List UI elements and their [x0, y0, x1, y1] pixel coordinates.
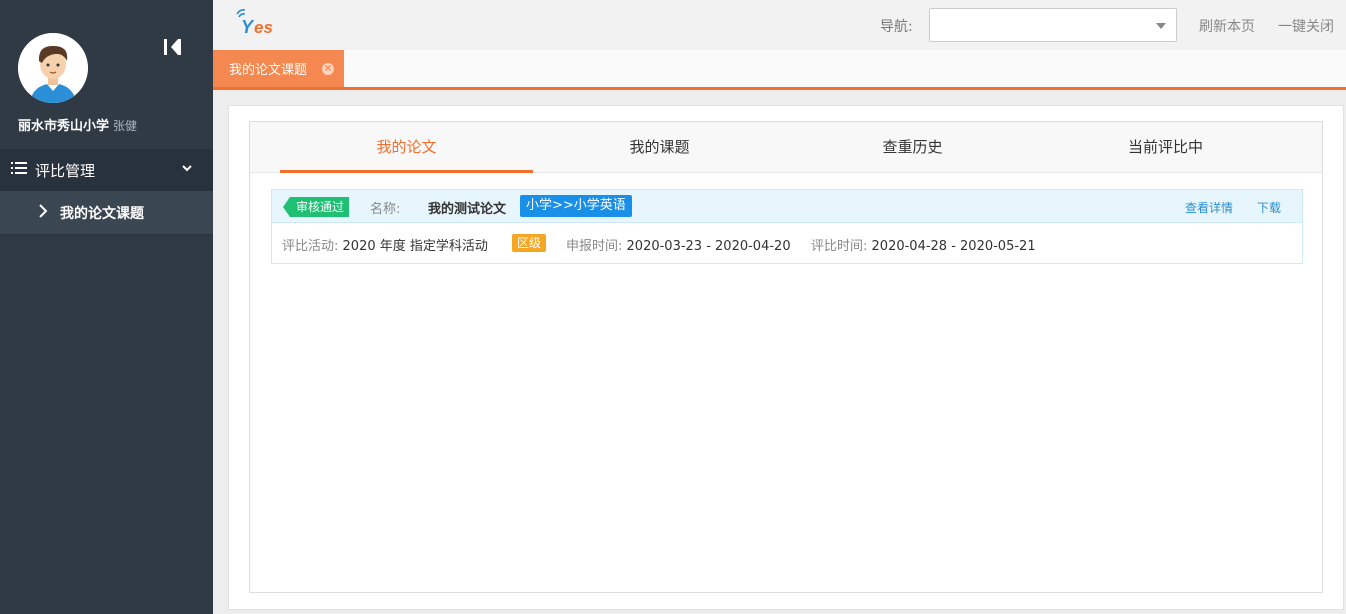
level-badge: 区级 [512, 234, 547, 252]
name-label: 名称: [370, 202, 401, 217]
svg-text:es: es [254, 18, 273, 37]
page-tab-bar: 我的论文课题 × [213, 50, 1346, 90]
user-name: 张健 [113, 119, 138, 133]
apply-time-value: 2020-03-23 - 2020-04-20 [626, 239, 791, 254]
tab-current-evaluation[interactable]: 当前评比中 [1039, 122, 1292, 173]
apply-time-meta: 申报时间: 2020-03-23 - 2020-04-20 [566, 235, 791, 254]
tab-label: 我的论文课题 [229, 63, 308, 78]
school-label: 丽水市秀山小学 [18, 119, 110, 134]
activity-label: 评比活动: [282, 239, 339, 254]
paper-panel: 我的论文 我的课题 查重历史 当前评比中 审核通过 名称: 我的测试论文 小学>… [249, 121, 1323, 593]
sidebar-collapse-icon[interactable] [162, 36, 184, 58]
list-icon [11, 161, 27, 179]
chevron-down-icon [181, 162, 193, 177]
close-all-link[interactable]: 一键关闭 [1278, 16, 1334, 36]
chevron-right-icon [38, 203, 48, 222]
svg-text:Y: Y [241, 17, 255, 37]
paper-card-body: 评比活动: 2020 年度 指定学科活动 区级 申报时间: 2020-03-23… [272, 223, 1302, 263]
menu-group-label: 评比管理 [35, 161, 96, 180]
review-time-meta: 评比时间: 2020-04-28 - 2020-05-21 [811, 235, 1036, 254]
menu-group-evaluation[interactable]: 评比管理 [0, 149, 213, 191]
refresh-page-link[interactable]: 刷新本页 [1199, 16, 1255, 36]
subject-badge: 小学>>小学英语 [520, 195, 632, 217]
tab-duplicate-history[interactable]: 查重历史 [786, 122, 1039, 173]
yes-logo: Y es [233, 8, 293, 46]
paper-card: 审核通过 名称: 我的测试论文 小学>>小学英语 查看详情 下载 评比活动: 2… [271, 189, 1303, 264]
top-bar: Y es 导航: 刷新本页 一键关闭 [213, 0, 1346, 50]
download-link[interactable]: 下载 [1257, 199, 1281, 216]
paper-name: 我的测试论文 [428, 202, 507, 217]
caret-down-icon [1156, 23, 1166, 29]
apply-time-label: 申报时间: [566, 239, 623, 254]
activity-value: 2020 年度 指定学科活动 [342, 239, 488, 254]
sidebar: 丽水市秀山小学 张健 评比管理 我的论文课题 [0, 0, 213, 614]
nav-select[interactable] [929, 8, 1177, 42]
activity-meta: 评比活动: 2020 年度 指定学科活动 [282, 235, 488, 254]
status-badge: 审核通过 [282, 197, 350, 217]
close-icon[interactable]: × [322, 63, 334, 75]
review-time-value: 2020-04-28 - 2020-05-21 [871, 239, 1036, 254]
tab-my-paper[interactable]: 我的论文 [280, 122, 533, 173]
sidebar-item-my-papers[interactable]: 我的论文课题 [0, 191, 213, 235]
review-time-label: 评比时间: [811, 239, 868, 254]
school-name: 丽水市秀山小学 张健 [18, 115, 137, 134]
tab-my-papers[interactable]: 我的论文课题 × [213, 50, 344, 87]
content-tabs: 我的论文 我的课题 查重历史 当前评比中 [250, 122, 1322, 173]
sidebar-item-label: 我的论文课题 [60, 205, 144, 222]
paper-card-header: 审核通过 名称: 我的测试论文 小学>>小学英语 查看详情 下载 [272, 190, 1302, 223]
tab-my-topic[interactable]: 我的课题 [533, 122, 786, 173]
view-detail-link[interactable]: 查看详情 [1185, 199, 1233, 216]
avatar[interactable] [18, 33, 88, 103]
nav-label: 导航: [880, 19, 913, 35]
